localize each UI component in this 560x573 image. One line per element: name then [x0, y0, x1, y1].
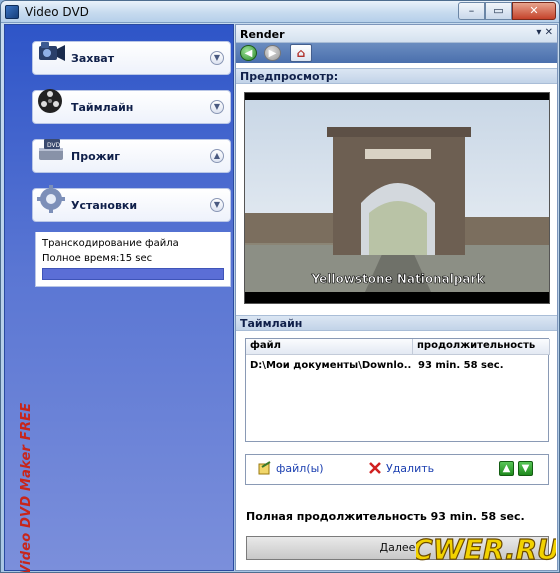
timeline-header: Таймлайн: [236, 315, 557, 331]
column-header-file[interactable]: файл: [246, 339, 413, 355]
svg-text:CWER.RU: CWER.RU: [416, 533, 556, 566]
chevron-up-icon[interactable]: ▲: [210, 149, 224, 163]
sidebar-item-burn[interactable]: DVD Прожиг ▲: [32, 139, 231, 173]
sidebar-item-label: Установки: [71, 199, 138, 212]
home-button[interactable]: ⌂: [290, 44, 312, 62]
minimize-button[interactable]: –: [458, 2, 485, 20]
dvd-burn-icon: DVD: [39, 139, 63, 160]
add-files-button[interactable]: файл(ы): [276, 462, 324, 475]
maximize-button[interactable]: ▭: [485, 2, 512, 20]
sidebar-item-capture[interactable]: Захват ▼: [32, 41, 231, 75]
back-button[interactable]: ◀: [240, 45, 257, 61]
app-icon: [5, 5, 19, 19]
chevron-down-icon[interactable]: ▼: [210, 100, 224, 114]
timeline-table[interactable]: файл продолжительность D:\Мои документы\…: [245, 338, 550, 442]
render-toolbar: ◀ ▶ ⌂: [236, 43, 557, 63]
arrow-left-icon: ◀: [244, 48, 253, 59]
home-icon: ⌂: [296, 46, 306, 60]
preview-header: Предпросмотр:: [236, 68, 557, 84]
sidebar-item-label: Захват: [71, 52, 115, 65]
total-time-text: Полное время:15 sec: [42, 253, 153, 264]
watermark-logo: CWER.RU: [416, 532, 556, 566]
title-bar: Video DVD – ▭ ✕: [1, 1, 559, 23]
brand-label: Video DVD Maker FREE: [19, 402, 34, 573]
delete-x-icon: [369, 462, 381, 474]
preview-caption: Yellowstone Nationalpark: [311, 272, 486, 286]
window-title: Video DVD: [25, 5, 89, 19]
add-file-icon: [258, 461, 271, 475]
sidebar-item-timeline[interactable]: Таймлайн ▼: [32, 89, 231, 124]
app-window: Video DVD – ▭ ✕ Video DVD Maker FREE Зах…: [0, 0, 560, 573]
panel-controls[interactable]: ▾ ✕: [536, 27, 553, 38]
chevron-down-icon[interactable]: ▼: [210, 198, 224, 212]
svg-text:DVD: DVD: [47, 142, 61, 149]
delete-button[interactable]: Удалить: [386, 462, 434, 475]
window-controls: – ▭ ✕: [458, 2, 556, 20]
render-header: Render ▾ ✕: [236, 25, 557, 43]
camcorder-icon: [39, 42, 65, 61]
sidebar-item-settings[interactable]: Установки ▼: [32, 185, 231, 222]
preview-image: Yellowstone Nationalpark: [245, 93, 549, 303]
timeline-label: Таймлайн: [240, 317, 303, 330]
transcode-status-panel: Транскодирование файла Полное время:15 s…: [35, 232, 231, 287]
sidebar-item-label: Прожиг: [71, 150, 121, 163]
duration-cell: 93 min. 58 sec.: [418, 360, 504, 371]
video-preview: Yellowstone Nationalpark: [244, 92, 550, 304]
move-down-button[interactable]: ▼: [518, 461, 533, 476]
arrow-right-icon: ▶: [268, 48, 277, 59]
preview-label: Предпросмотр:: [240, 70, 339, 83]
render-panel: Render ▾ ✕ ◀ ▶ ⌂ Предпросмотр: Yellowsto…: [235, 24, 558, 571]
render-title: Render: [240, 28, 285, 41]
settings-gear-icon: [37, 185, 65, 213]
file-cell: D:\Мои документы\Downlo...: [250, 360, 412, 371]
sidebar: Video DVD Maker FREE Захват ▼ Таймлайн ▼: [4, 24, 234, 573]
film-reel-icon: [38, 89, 62, 113]
move-up-button[interactable]: ▲: [499, 461, 514, 476]
close-button[interactable]: ✕: [512, 2, 556, 20]
column-header-duration[interactable]: продолжительность: [413, 339, 550, 355]
transcode-progress-bar: [42, 268, 224, 280]
timeline-actions: файл(ы) Удалить ▲ ▼: [245, 454, 549, 485]
chevron-down-icon[interactable]: ▼: [210, 51, 224, 65]
sidebar-item-label: Таймлайн: [71, 101, 134, 114]
forward-button[interactable]: ▶: [264, 45, 281, 61]
transcode-status-text: Транскодирование файла: [42, 238, 179, 249]
